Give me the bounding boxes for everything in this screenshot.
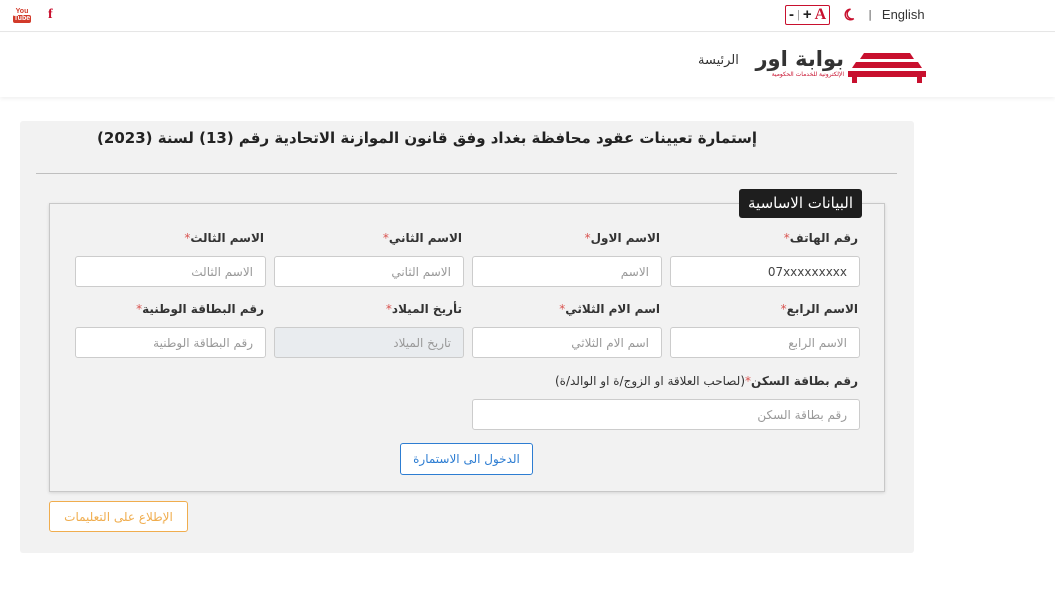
birth-date-label: تأريخ الميلاد* [385, 302, 462, 316]
logo-text[interactable]: بوابة اور الإلكترونية للخدمات الحكومية [748, 47, 844, 79]
font-reset-button[interactable]: A [815, 6, 827, 23]
third-name-label: الاسم الثالث* [184, 231, 264, 245]
form-card: إستمارة تعيينات عقود محافظة بغداد وفق قا… [20, 121, 914, 553]
first-name-label: الاسم الاول* [584, 231, 660, 245]
first-name-field[interactable] [472, 256, 662, 287]
fourth-name-label: الاسم الرابع* [780, 302, 858, 316]
page-title: إستمارة تعيينات عقود محافظة بغداد وفق قا… [97, 129, 757, 147]
font-decrease-button[interactable]: - [789, 6, 794, 23]
title-divider [36, 173, 897, 174]
logo-brand: بوابة اور [755, 47, 844, 71]
national-id-label: رقم البطاقة الوطنية* [136, 302, 264, 316]
section-legend: البيانات الاساسية [739, 189, 862, 218]
accessibility-tools: - | + A | English [785, 4, 925, 25]
phone-field[interactable] [670, 256, 860, 287]
font-separator: | [797, 8, 800, 21]
font-size-controls: - | + A [785, 4, 831, 25]
enter-form-button[interactable]: الدخول الى الاستمارة [400, 443, 533, 475]
birth-date-field[interactable] [274, 327, 464, 358]
mother-name-field[interactable] [472, 327, 662, 358]
top-bar: You Tube f - | + A | English [0, 0, 1055, 32]
mother-name-label: اسم الام الثلاثي* [559, 302, 660, 316]
facebook-icon[interactable]: f [48, 6, 53, 24]
youtube-icon[interactable]: You Tube [12, 6, 32, 24]
top-separator: | [868, 8, 872, 21]
residence-card-label: رقم بطاقة السكن*(لصاحب العلاقة او الزوج/… [555, 374, 858, 388]
language-link[interactable]: English [882, 7, 925, 22]
moon-icon[interactable] [840, 7, 856, 23]
font-increase-button[interactable]: + [803, 6, 812, 23]
residence-card-field[interactable] [472, 399, 860, 430]
instructions-button[interactable]: الإطلاع على التعليمات [49, 501, 188, 532]
logo-subtitle: الإلكترونية للخدمات الحكومية [771, 71, 844, 78]
national-id-field[interactable] [75, 327, 266, 358]
youtube-icon-bottom: Tube [12, 14, 32, 23]
site-header: الرئيسة بوابة اور الإلكترونية للخدمات ال… [0, 33, 1055, 97]
logo-icon[interactable] [846, 51, 928, 83]
home-link[interactable]: الرئيسة [698, 53, 739, 68]
phone-label: رقم الهاتف* [783, 231, 858, 245]
youtube-icon-top: You [15, 7, 29, 15]
social-links: You Tube f [12, 6, 53, 24]
fourth-name-field[interactable] [670, 327, 860, 358]
second-name-label: الاسم الثاني* [382, 231, 462, 245]
third-name-field[interactable] [75, 256, 266, 287]
second-name-field[interactable] [274, 256, 464, 287]
